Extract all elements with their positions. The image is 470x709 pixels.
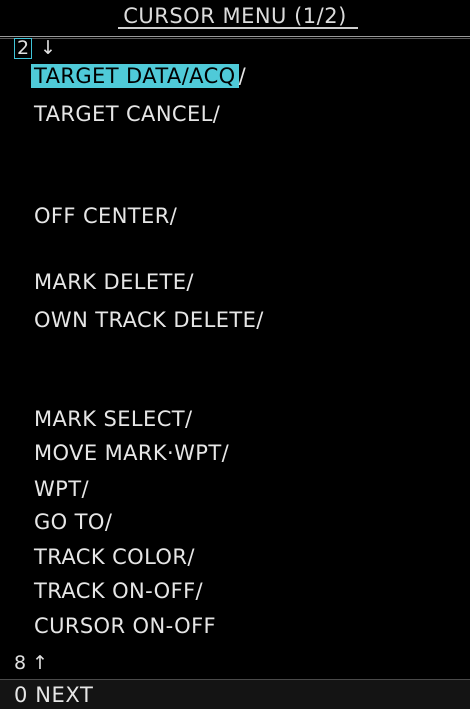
menu-item-label: OWN TRACK DELETE/ — [34, 308, 264, 332]
next-page-bar[interactable]: 0 NEXT — [0, 679, 470, 709]
next-page-button[interactable]: 0 NEXT — [14, 682, 93, 708]
menu-item-label: MARK DELETE/ — [34, 270, 194, 294]
menu-item-mark-select[interactable]: MARK SELECT/ — [31, 406, 192, 433]
scroll-up-indicator[interactable]: 2 ↓ — [14, 36, 56, 60]
menu-item-label: OFF CENTER/ — [34, 204, 178, 228]
title-divider-shadow — [0, 38, 470, 39]
menu-item-cursor-on-off[interactable]: CURSOR ON-OFF — [31, 613, 216, 640]
menu-item-label: MOVE MARK·WPT/ — [34, 441, 230, 465]
menu-item-wpt[interactable]: WPT/ — [31, 476, 89, 503]
scroll-up-key: 2 — [14, 38, 33, 59]
menu-item-target-data-acq[interactable]: TARGET DATA/ACQ / — [31, 63, 246, 90]
title-underline — [118, 27, 358, 29]
menu-title-bar: CURSOR MENU (1/2) — [0, 0, 470, 34]
down-arrow-icon: ↓ — [40, 37, 57, 59]
menu-item-target-cancel[interactable]: TARGET CANCEL/ — [31, 101, 220, 128]
scroll-down-indicator[interactable]: 8 ↑ — [14, 650, 48, 676]
cursor-menu-panel: CURSOR MENU (1/2) 2 ↓ TARGET DATA/ACQ / TA… — [0, 0, 470, 709]
menu-item-off-center[interactable]: OFF CENTER/ — [31, 203, 177, 230]
menu-item-own-track-delete[interactable]: OWN TRACK DELETE/ — [31, 307, 264, 334]
menu-item-label: MARK SELECT/ — [34, 407, 193, 431]
menu-title: CURSOR MENU (1/2) — [123, 4, 347, 28]
menu-item-label: TARGET DATA/ACQ — [31, 64, 239, 88]
menu-item-label: TRACK COLOR/ — [34, 545, 195, 569]
menu-item-track-color[interactable]: TRACK COLOR/ — [31, 544, 195, 571]
menu-item-label: TARGET CANCEL/ — [34, 102, 221, 126]
menu-item-track-on-off[interactable]: TRACK ON-OFF/ — [31, 578, 203, 605]
menu-item-mark-delete[interactable]: MARK DELETE/ — [31, 269, 194, 296]
title-divider — [0, 36, 470, 37]
menu-item-label: CURSOR ON-OFF — [34, 614, 217, 638]
menu-item-label: GO TO/ — [34, 510, 113, 534]
menu-item-suffix: / — [238, 64, 247, 88]
menu-item-go-to[interactable]: GO TO/ — [31, 509, 112, 536]
menu-item-label: TRACK ON-OFF/ — [34, 579, 204, 603]
menu-item-move-mark-wpt[interactable]: MOVE MARK·WPT/ — [31, 440, 229, 467]
menu-item-label: WPT/ — [34, 477, 89, 501]
